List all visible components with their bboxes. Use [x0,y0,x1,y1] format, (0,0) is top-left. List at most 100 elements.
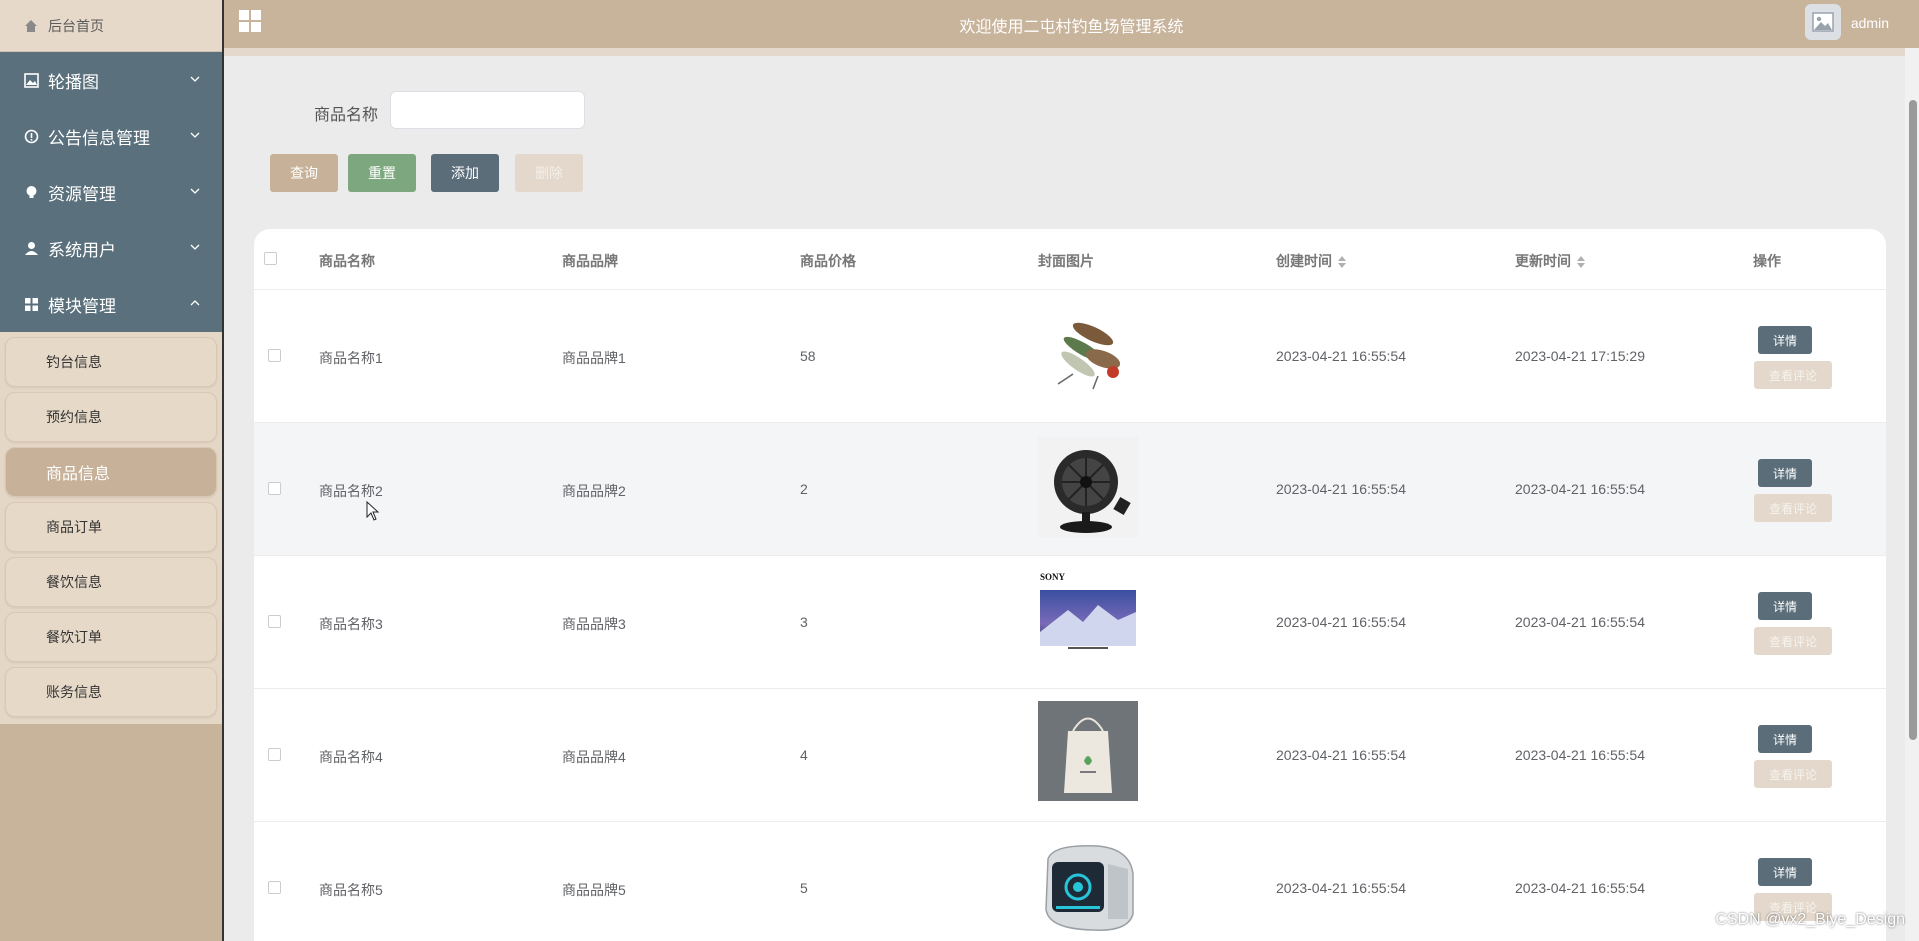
select-all-checkbox[interactable] [264,252,277,265]
detail-button[interactable]: 详情 [1758,326,1812,354]
submenu-item-finance[interactable]: 账务信息 [5,667,217,717]
view-comments-button[interactable]: 查看评论 [1754,361,1832,389]
cell-updated: 2023-04-21 16:55:54 [1515,481,1645,497]
cell-created: 2023-04-21 16:55:54 [1276,880,1406,896]
delete-button[interactable]: 删除 [515,154,583,192]
sony-tv-image: SONY [1038,570,1138,670]
sidebar: 后台首页 轮播图 公告信息管理 资源管理 系统用户 模块管理 钓台信息 预约信息… [0,0,224,941]
desk-fan-image [1038,437,1138,537]
picture-icon [24,72,39,88]
sidebar-item-label: 公告信息管理 [48,128,150,148]
cell-name: 商品名称1 [319,350,383,366]
submenu-item-fishing-platform[interactable]: 钓台信息 [5,337,217,387]
view-comments-button[interactable]: 查看评论 [1754,494,1832,522]
avatar[interactable] [1805,4,1841,40]
submenu-item-catering[interactable]: 餐饮信息 [5,557,217,607]
detail-button[interactable]: 详情 [1758,592,1812,620]
cell-price: 3 [800,614,808,630]
column-header-created-label: 创建时间 [1276,253,1332,269]
cell-brand: 商品品牌1 [562,350,626,366]
gaming-pc-image [1038,834,1138,934]
view-comments-button[interactable]: 查看评论 [1754,627,1832,655]
column-header-updated-label: 更新时间 [1515,253,1571,269]
tote-bag-image [1038,701,1138,801]
submenu-item-goods-order[interactable]: 商品订单 [5,502,217,552]
column-header-updated[interactable]: 更新时间 [1515,251,1585,271]
cell-updated: 2023-04-21 16:55:54 [1515,880,1645,896]
sidebar-item-label: 资源管理 [48,184,116,204]
cell-brand: 商品品牌5 [562,882,626,898]
goods-table: 商品名称 商品品牌 商品价格 封面图片 创建时间 更新时间 操作 商品名称1 商… [254,229,1886,941]
search-input[interactable] [390,91,585,129]
chevron-down-icon [190,188,200,194]
sidebar-item-users[interactable]: 系统用户 [0,220,222,276]
row-checkbox[interactable] [268,881,281,894]
table-header: 商品名称 商品品牌 商品价格 封面图片 创建时间 更新时间 操作 [254,229,1886,290]
sidebar-item-label: 模块管理 [48,296,116,316]
sidebar-item-label: 系统用户 [48,240,116,260]
info-circle-icon [24,129,39,143]
fishing-lures-image [1038,304,1138,404]
add-button[interactable]: 添加 [431,154,499,192]
reset-button[interactable]: 重置 [348,154,416,192]
chevron-down-icon [190,132,200,138]
sort-icon[interactable] [1577,256,1585,269]
cell-brand: 商品品牌3 [562,616,626,632]
query-button[interactable]: 查询 [270,154,338,192]
cell-updated: 2023-04-21 16:55:54 [1515,747,1645,763]
cell-brand: 商品品牌4 [562,749,626,765]
sidebar-menu: 轮播图 公告信息管理 资源管理 系统用户 模块管理 [0,52,222,332]
table-row: 商品名称3 商品品牌3 3 SONY 2023-04-21 16:55:54 2… [254,556,1886,689]
cell-name: 商品名称5 [319,882,383,898]
column-header-brand: 商品品牌 [562,253,618,269]
cell-price: 2 [800,481,808,497]
cell-name: 商品名称2 [319,483,383,499]
cell-created: 2023-04-21 16:55:54 [1276,747,1406,763]
cell-created: 2023-04-21 16:55:54 [1276,348,1406,364]
sort-icon[interactable] [1338,256,1346,269]
submenu-item-catering-order[interactable]: 餐饮订单 [5,612,217,662]
detail-button[interactable]: 详情 [1758,858,1812,886]
image-placeholder-icon [1812,12,1834,32]
cell-price: 58 [800,348,816,364]
cell-updated: 2023-04-21 16:55:54 [1515,614,1645,630]
row-checkbox[interactable] [268,615,281,628]
search-label: 商品名称 [314,107,379,124]
scrollbar-thumb[interactable] [1909,100,1917,740]
view-comments-button[interactable]: 查看评论 [1754,760,1832,788]
row-checkbox[interactable] [268,748,281,761]
user-icon [25,241,38,255]
scrollbar[interactable] [1905,48,1919,941]
row-checkbox[interactable] [268,349,281,362]
sidebar-item-resource[interactable]: 资源管理 [0,164,222,220]
chevron-up-icon [190,300,200,306]
sidebar-item-notice[interactable]: 公告信息管理 [0,108,222,164]
sidebar-home[interactable]: 后台首页 [0,0,222,52]
sidebar-home-label: 后台首页 [48,17,104,34]
cell-name: 商品名称4 [319,749,383,765]
sidebar-item-carousel[interactable]: 轮播图 [0,52,222,108]
row-checkbox[interactable] [268,482,281,495]
cell-price: 5 [800,880,808,896]
detail-button[interactable]: 详情 [1758,725,1812,753]
cell-brand: 商品品牌2 [562,483,626,499]
mouse-cursor-icon [366,501,380,521]
grid-icon [25,297,38,311]
cell-created: 2023-04-21 16:55:54 [1276,614,1406,630]
column-header-created[interactable]: 创建时间 [1276,251,1346,271]
column-header-price: 商品价格 [800,253,856,269]
submenu-item-goods[interactable]: 商品信息 [5,447,217,497]
sidebar-item-label: 轮播图 [48,72,99,92]
table-row: 商品名称4 商品品牌4 4 2023-04-21 16:55:54 2023-0… [254,689,1886,822]
lightbulb-icon [26,185,37,198]
cell-name: 商品名称3 [319,616,383,632]
detail-button[interactable]: 详情 [1758,459,1812,487]
username[interactable]: admin [1851,15,1889,31]
sidebar-item-modules[interactable]: 模块管理 [0,276,222,332]
table-row: 商品名称1 商品品牌1 58 2023-04-21 16:55:54 2023-… [254,290,1886,423]
submenu-item-reservation[interactable]: 预约信息 [5,392,217,442]
tv-screen-icon [1040,590,1136,649]
table-row: 商品名称5 商品品牌5 5 2023-04-21 16:55:54 2023-0… [254,822,1886,941]
chevron-down-icon [190,76,200,82]
header-divider [224,48,1919,56]
